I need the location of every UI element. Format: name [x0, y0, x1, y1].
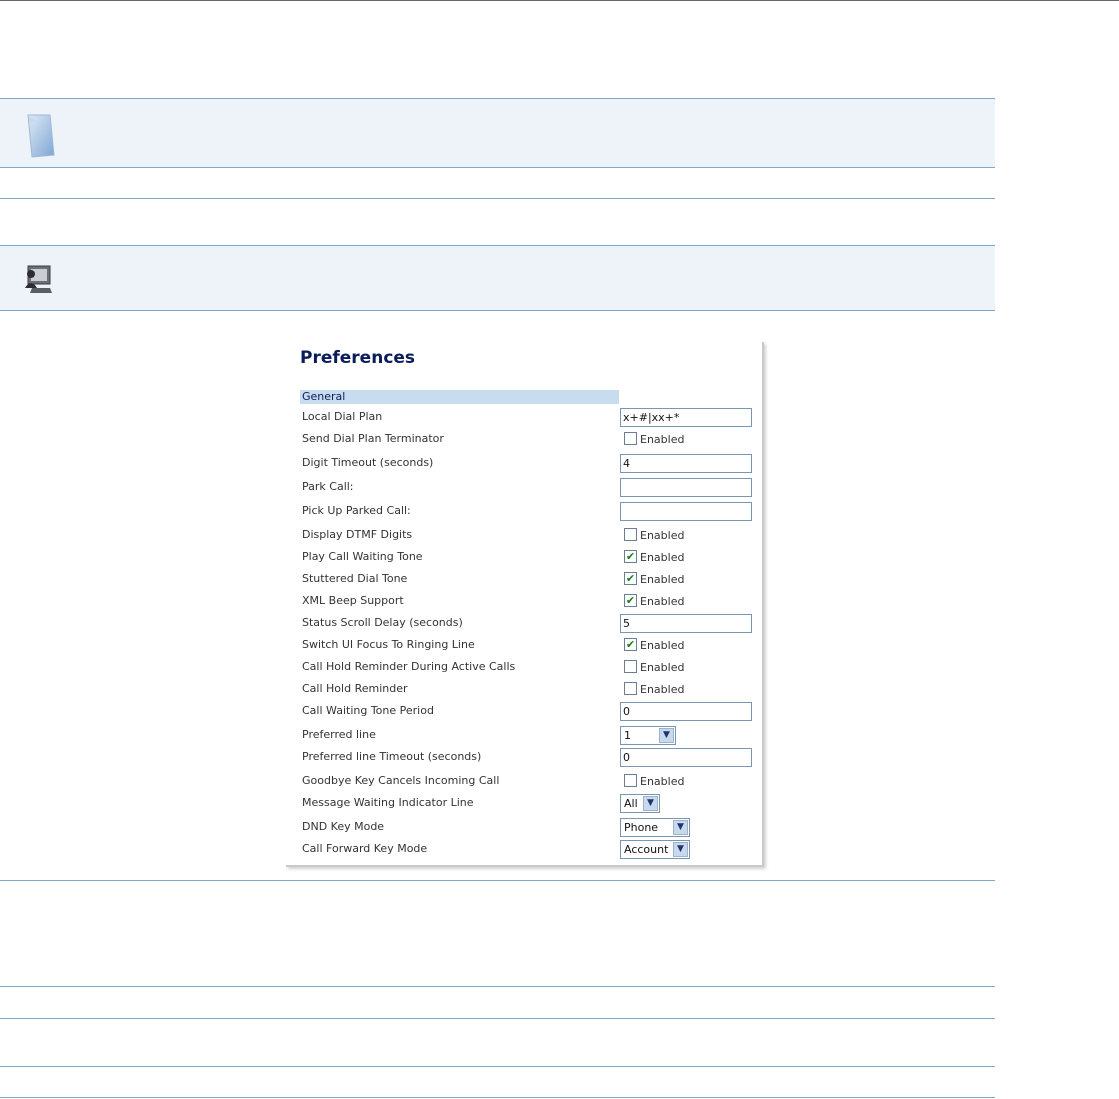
divider	[0, 198, 995, 199]
setting-label: DND Key Mode	[302, 820, 385, 833]
checkbox-label: Enabled	[640, 661, 685, 674]
checkbox-label: Enabled	[640, 683, 685, 696]
setting-row: Preferred line 1 ▼	[286, 726, 762, 748]
checkbox-label: Enabled	[640, 639, 685, 652]
enabled-checkbox[interactable]	[624, 682, 637, 695]
setting-row: Send Dial Plan Terminator Enabled	[286, 432, 762, 452]
setting-label: Send Dial Plan Terminator	[302, 432, 444, 445]
select-value: All	[624, 797, 638, 810]
setting-label: Call Hold Reminder	[302, 682, 408, 695]
setting-row: Park Call:	[286, 478, 762, 500]
setting-row: DND Key Mode Phone ▼	[286, 818, 762, 840]
setting-row: Call Hold Reminder Enabled	[286, 682, 762, 702]
preferences-screenshot: Preferences General Local Dial Plan x+#|x…	[286, 342, 764, 867]
chevron-down-icon[interactable]: ▼	[673, 820, 688, 835]
web-ui-band	[0, 245, 995, 311]
setting-text-input[interactable]: 0	[620, 748, 752, 767]
divider	[0, 1097, 995, 1098]
checkmark-icon: ✔	[625, 572, 636, 585]
setting-label: Status Scroll Delay (seconds)	[302, 616, 463, 629]
enabled-checkbox[interactable]	[624, 660, 637, 673]
checkbox-label: Enabled	[640, 573, 685, 586]
enabled-checkbox[interactable]	[624, 528, 637, 541]
divider	[0, 1018, 995, 1019]
setting-row: Pick Up Parked Call:	[286, 502, 762, 524]
checkmark-icon: ✔	[625, 638, 636, 651]
setting-label: Goodbye Key Cancels Incoming Call	[302, 774, 500, 787]
setting-label: Preferred line	[302, 728, 376, 741]
chevron-down-icon[interactable]: ▼	[659, 728, 674, 743]
enabled-checkbox[interactable]	[624, 774, 637, 787]
enabled-checkbox[interactable]: ✔	[624, 638, 637, 651]
select-value: Account	[624, 843, 669, 856]
setting-label: Call Hold Reminder During Active Calls	[302, 660, 516, 673]
setting-text-input[interactable]: 0	[620, 702, 752, 721]
setting-select[interactable]: Phone ▼	[620, 818, 690, 837]
setting-label: Stuttered Dial Tone	[302, 572, 408, 585]
setting-row: Digit Timeout (seconds) 4	[286, 454, 762, 476]
setting-text-input[interactable]: 5	[620, 614, 752, 633]
divider	[0, 986, 995, 987]
section-header-general: General	[300, 390, 619, 404]
setting-row: Message Waiting Indicator Line All ▼	[286, 794, 762, 816]
setting-row: Call Hold Reminder During Active Calls En…	[286, 660, 762, 680]
setting-label: Switch UI Focus To Ringing Line	[302, 638, 475, 651]
chevron-down-icon[interactable]: ▼	[643, 796, 658, 811]
setting-select[interactable]: All ▼	[620, 794, 660, 813]
setting-label: Display DTMF Digits	[302, 528, 413, 541]
enabled-checkbox[interactable]	[624, 432, 637, 445]
note-page-icon	[22, 111, 56, 165]
setting-row: Status Scroll Delay (seconds) 5	[286, 614, 762, 636]
setting-label: Message Waiting Indicator Line	[302, 796, 474, 809]
setting-row: Display DTMF Digits Enabled	[286, 528, 762, 548]
setting-label: Play Call Waiting Tone	[302, 550, 423, 563]
setting-label: Local Dial Plan	[302, 410, 383, 423]
setting-label: Preferred line Timeout (seconds)	[302, 750, 482, 763]
page-title: Preferences	[300, 348, 416, 368]
checkbox-label: Enabled	[640, 529, 685, 542]
setting-row: Play Call Waiting Tone ✔ Enabled	[286, 550, 762, 570]
note-band	[0, 98, 995, 168]
setting-label: XML Beep Support	[302, 594, 404, 607]
setting-text-input[interactable]	[620, 502, 752, 521]
setting-label: Pick Up Parked Call:	[302, 504, 411, 517]
setting-text-input[interactable]: x+#|xx+*	[620, 408, 752, 427]
checkbox-label: Enabled	[640, 433, 685, 446]
checkbox-label: Enabled	[640, 595, 685, 608]
setting-row: Stuttered Dial Tone ✔ Enabled	[286, 572, 762, 592]
setting-row: Switch UI Focus To Ringing Line ✔ Enabled	[286, 638, 762, 658]
setting-label: Park Call:	[302, 480, 354, 493]
setting-row: Goodbye Key Cancels Incoming Call Enabled	[286, 774, 762, 794]
divider	[0, 880, 995, 881]
checkmark-icon: ✔	[625, 550, 636, 563]
setting-row: Local Dial Plan x+#|xx+*	[286, 408, 762, 430]
setting-label: Call Forward Key Mode	[302, 842, 428, 855]
setting-select[interactable]: Account ▼	[620, 840, 690, 859]
setting-text-input[interactable]	[620, 478, 752, 497]
setting-row: Preferred line Timeout (seconds) 0	[286, 748, 762, 770]
enabled-checkbox[interactable]: ✔	[624, 594, 637, 607]
setting-text-input[interactable]: 4	[620, 454, 752, 473]
enabled-checkbox[interactable]: ✔	[624, 572, 637, 585]
select-value: 1	[624, 729, 631, 742]
computer-user-icon	[22, 262, 54, 300]
divider	[0, 1066, 995, 1067]
chevron-down-icon[interactable]: ▼	[673, 842, 688, 857]
setting-label: Call Waiting Tone Period	[302, 704, 434, 717]
top-divider	[0, 0, 1119, 1]
setting-select[interactable]: 1 ▼	[620, 726, 676, 745]
checkmark-icon: ✔	[625, 594, 636, 607]
checkbox-label: Enabled	[640, 551, 685, 564]
enabled-checkbox[interactable]: ✔	[624, 550, 637, 563]
setting-row: XML Beep Support ✔ Enabled	[286, 594, 762, 614]
select-value: Phone	[624, 821, 659, 834]
setting-row: Call Waiting Tone Period 0	[286, 702, 762, 724]
setting-label: Digit Timeout (seconds)	[302, 456, 434, 469]
setting-row: Call Forward Key Mode Account ▼	[286, 840, 762, 862]
checkbox-label: Enabled	[640, 775, 685, 788]
